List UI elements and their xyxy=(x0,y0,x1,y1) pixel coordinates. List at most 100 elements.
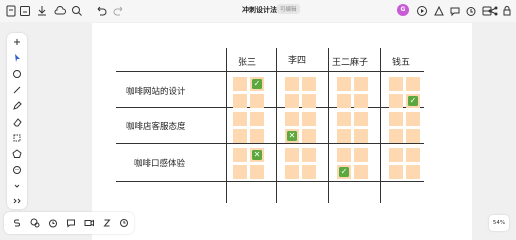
lock-icon[interactable] xyxy=(500,4,514,18)
top-toolbar: 冲刺设计法 可编辑 G xyxy=(0,0,516,22)
chevron-down-icon[interactable] xyxy=(10,179,24,193)
table-vline-2 xyxy=(276,48,277,203)
sticky-note[interactable] xyxy=(389,165,403,179)
document-title[interactable]: 冲刺设计法 xyxy=(242,5,277,15)
sticky-note[interactable] xyxy=(389,77,403,91)
table-vline-4 xyxy=(380,48,381,203)
pen-icon[interactable] xyxy=(10,99,24,113)
column-header: 李四 xyxy=(288,56,307,66)
check-icon[interactable]: ✓ xyxy=(408,96,418,106)
row-label: 咖啡店客服态度 xyxy=(126,122,186,132)
cross-icon[interactable]: ✕ xyxy=(252,150,262,160)
sticky-note[interactable] xyxy=(354,148,368,162)
chat-icon[interactable] xyxy=(28,216,42,230)
sticky-note[interactable] xyxy=(337,148,351,162)
sticky-note[interactable] xyxy=(250,165,264,179)
table-line-top xyxy=(116,71,424,72)
sticky-note[interactable] xyxy=(389,112,403,126)
share-icon[interactable] xyxy=(486,4,500,18)
video-icon[interactable] xyxy=(82,216,96,230)
pentagon-icon[interactable] xyxy=(10,147,24,161)
eraser-icon[interactable] xyxy=(10,115,24,129)
sticky-note[interactable] xyxy=(406,112,420,126)
sticky-note[interactable] xyxy=(389,129,403,143)
row-label: 咖啡口感体验 xyxy=(134,159,186,169)
sticky-note[interactable] xyxy=(389,94,403,108)
redo-icon[interactable] xyxy=(112,4,126,18)
column-header: 钱五 xyxy=(392,58,411,68)
sticky-note[interactable] xyxy=(302,129,316,143)
sticky-note[interactable] xyxy=(302,77,316,91)
sticky-note[interactable] xyxy=(285,77,299,91)
sticky-note[interactable] xyxy=(354,94,368,108)
sticky-note[interactable] xyxy=(233,148,247,162)
cursor-icon[interactable] xyxy=(10,51,24,65)
plus-icon[interactable] xyxy=(10,35,24,49)
edit-status-badge: 可编辑 xyxy=(277,4,300,14)
table-line-row1 xyxy=(116,107,424,108)
template-icon[interactable] xyxy=(10,216,24,230)
sticker-icon[interactable] xyxy=(10,163,24,177)
sticky-note[interactable] xyxy=(302,94,316,108)
sticky-note[interactable] xyxy=(337,77,351,91)
sticky-note[interactable] xyxy=(285,148,299,162)
sticky-note[interactable] xyxy=(354,129,368,143)
sticky-note[interactable] xyxy=(302,165,316,179)
sticky-note[interactable] xyxy=(233,165,247,179)
left-toolbar xyxy=(7,33,27,209)
timer-icon[interactable] xyxy=(46,216,60,230)
table-line-row2 xyxy=(116,143,424,144)
sticky-note[interactable] xyxy=(233,77,247,91)
sticky-note[interactable] xyxy=(354,77,368,91)
sticky-note[interactable] xyxy=(389,148,403,162)
sticky-note[interactable] xyxy=(337,94,351,108)
play-icon[interactable] xyxy=(415,4,429,18)
sticky-note[interactable] xyxy=(250,94,264,108)
table-line-row3 xyxy=(116,181,424,182)
check-icon[interactable]: ✓ xyxy=(339,167,349,177)
zoom-level[interactable]: 54% xyxy=(489,215,509,231)
whiteboard-canvas[interactable]: 张三 李四 王二麻子 钱五 咖啡网站的设计 咖啡店客服态度 咖啡口感体验 ✓ ✓ ✕… xyxy=(92,23,472,240)
sticky-note[interactable] xyxy=(406,148,420,162)
sticky-note[interactable] xyxy=(250,112,264,126)
sticky-note[interactable] xyxy=(354,165,368,179)
search-icon[interactable] xyxy=(70,4,84,18)
cross-icon[interactable]: ✕ xyxy=(287,131,297,141)
shapes-icon[interactable] xyxy=(432,4,446,18)
avatar[interactable]: G xyxy=(397,4,409,16)
sticky-note[interactable] xyxy=(233,129,247,143)
table-vline-1 xyxy=(226,48,227,203)
sticky-note[interactable] xyxy=(337,129,351,143)
sticky-note[interactable] xyxy=(233,112,247,126)
crop-icon[interactable] xyxy=(10,131,24,145)
sticky-note[interactable] xyxy=(285,112,299,126)
timer-icon[interactable] xyxy=(464,4,478,18)
line-icon[interactable] xyxy=(10,83,24,97)
download-icon[interactable] xyxy=(35,4,49,18)
sticky-note[interactable] xyxy=(285,165,299,179)
document-icon[interactable] xyxy=(4,4,18,18)
undo-icon[interactable] xyxy=(94,4,108,18)
sticky-note[interactable] xyxy=(406,129,420,143)
circle-icon[interactable] xyxy=(10,67,24,81)
column-header: 王二麻子 xyxy=(332,58,369,68)
sticky-note[interactable] xyxy=(406,77,420,91)
sticky-note[interactable] xyxy=(250,129,264,143)
history-icon[interactable] xyxy=(117,216,131,230)
sticky-note[interactable] xyxy=(233,94,247,108)
sticky-note[interactable] xyxy=(354,112,368,126)
comment-icon[interactable] xyxy=(64,216,78,230)
chevrons-right-icon[interactable] xyxy=(10,194,24,208)
home-icon[interactable] xyxy=(18,4,32,18)
sticky-note[interactable] xyxy=(302,112,316,126)
sticky-note[interactable] xyxy=(406,165,420,179)
bottom-toolbar xyxy=(4,212,134,234)
cloud-icon[interactable] xyxy=(53,4,67,18)
sticky-note[interactable] xyxy=(337,112,351,126)
sticky-note[interactable] xyxy=(285,94,299,108)
comment-icon[interactable] xyxy=(448,4,462,18)
column-header: 张三 xyxy=(238,58,257,68)
check-icon[interactable]: ✓ xyxy=(252,79,262,89)
text-icon[interactable] xyxy=(100,216,114,230)
sticky-note[interactable] xyxy=(302,148,316,162)
